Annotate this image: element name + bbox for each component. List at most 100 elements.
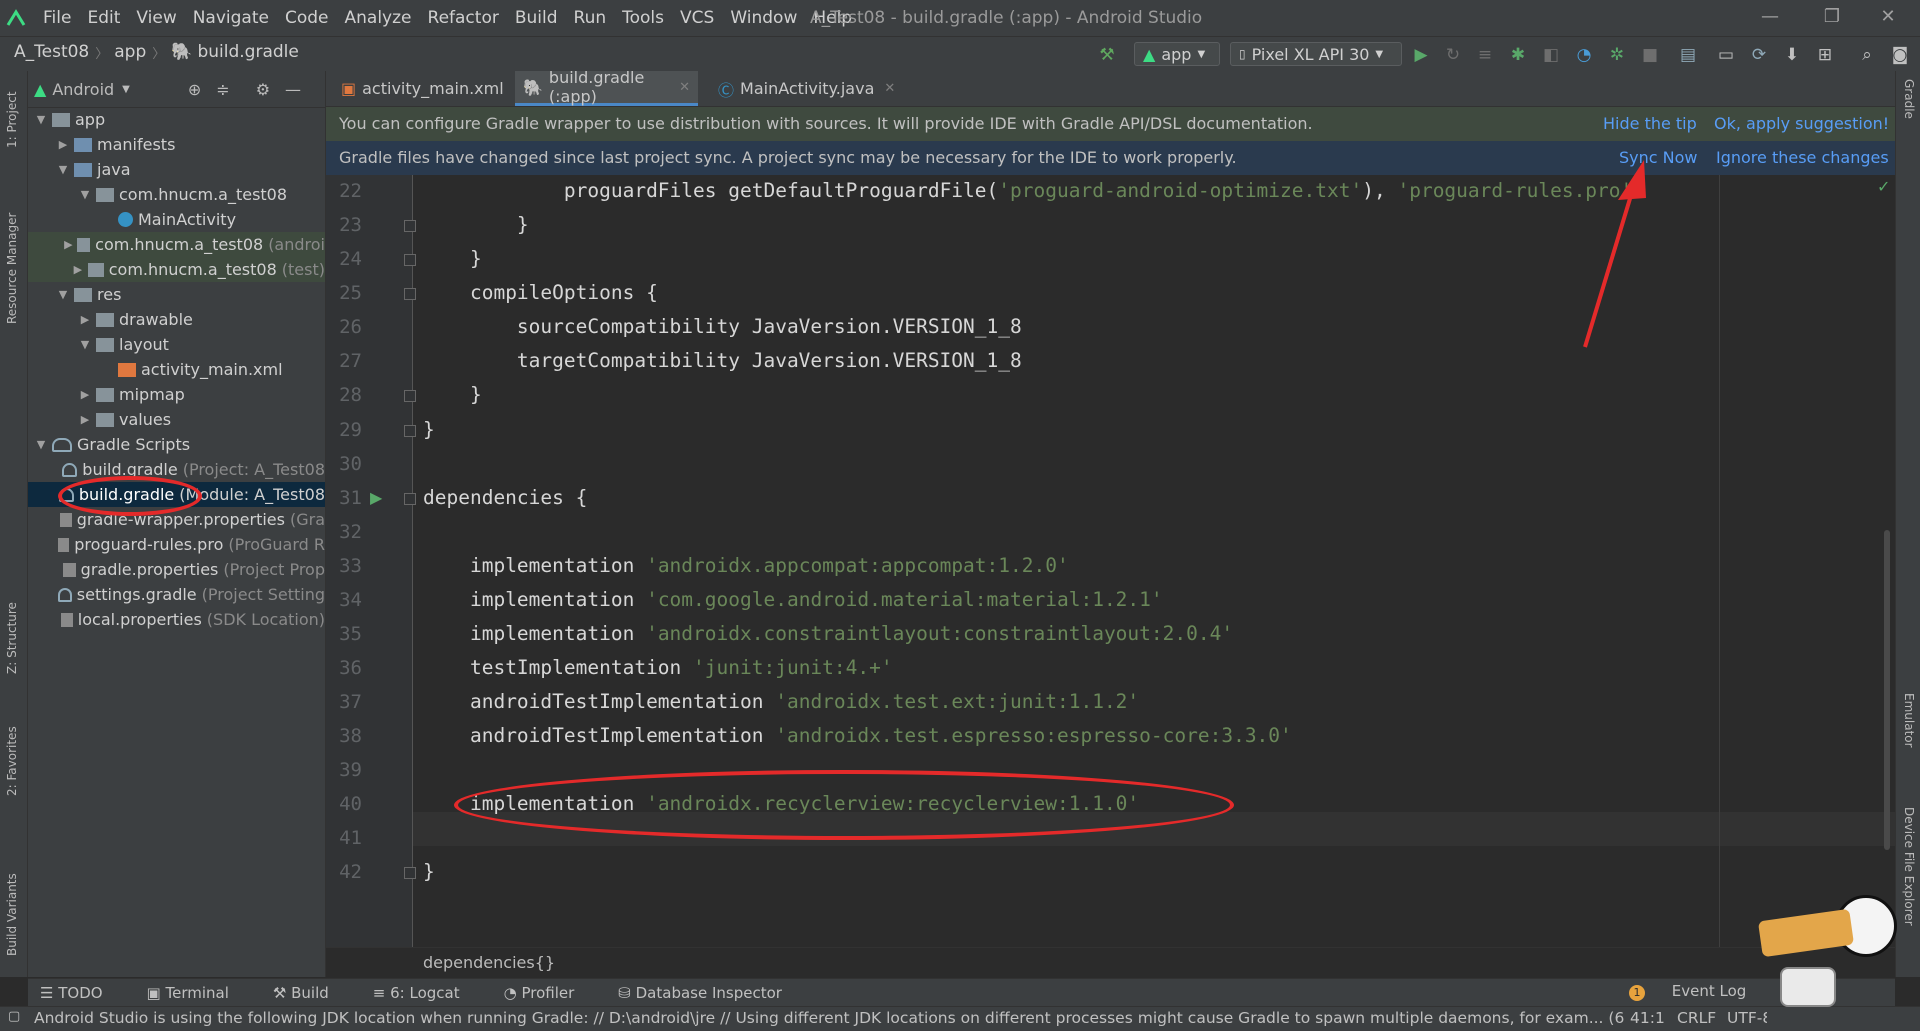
chevron-right-icon[interactable]: ▶ (78, 313, 92, 326)
chevron-right-icon[interactable]: ▶ (56, 138, 70, 151)
gradle-tool-tab[interactable]: Gradle (1902, 79, 1916, 119)
logcat-tool-tab[interactable]: ≡ 6: Logcat (373, 984, 482, 1002)
collapse-all-icon[interactable]: ≑ (216, 80, 229, 99)
debug-icon[interactable]: ✱ (1508, 45, 1528, 65)
tab-main-activity-java[interactable]: Ⓒ MainActivity.java ✕ (710, 71, 895, 106)
tab-activity-main-xml[interactable]: ▣ activity_main.xml ✕ (333, 71, 525, 106)
menu-item-run[interactable]: Run (574, 8, 607, 28)
todo-tool-tab[interactable]: ☰ TODO (40, 984, 125, 1002)
tree-item[interactable]: activity_main.xml (28, 357, 325, 382)
tab-build-gradle-app[interactable]: 🐘 build.gradle (:app) ✕ (515, 68, 698, 106)
tree-item[interactable]: MainActivity (28, 207, 325, 232)
chevron-down-icon[interactable]: ▼ (78, 188, 92, 201)
apply-changes-icon[interactable]: ↻ (1443, 45, 1463, 65)
tree-item[interactable]: ▼ java (28, 157, 325, 182)
minimize-icon[interactable]: — (1758, 6, 1782, 30)
tree-item[interactable]: proguard-rules.pro (ProGuard R (28, 532, 325, 557)
chevron-right-icon[interactable]: ▶ (78, 413, 92, 426)
sdk-manager-icon[interactable]: ⬇ (1782, 45, 1802, 65)
coverage-icon[interactable]: ◧ (1541, 45, 1561, 65)
close-icon[interactable]: ✕ (1876, 6, 1900, 30)
tree-item[interactable]: ▶ mipmap (28, 382, 325, 407)
menu-item-edit[interactable]: Edit (87, 8, 120, 28)
chevron-down-icon[interactable]: ▼ (56, 163, 70, 176)
tree-item[interactable]: ▶ drawable (28, 307, 325, 332)
tree-item[interactable]: ▼ res (28, 282, 325, 307)
hide-panel-icon[interactable]: — (285, 80, 301, 99)
locate-file-icon[interactable]: ⊕ (188, 80, 201, 99)
menu-item-tools[interactable]: Tools (622, 8, 664, 28)
menu-item-view[interactable]: View (136, 8, 176, 28)
close-icon[interactable]: ✕ (679, 80, 690, 95)
status-toggle-icon[interactable]: ▢ (8, 1009, 20, 1024)
fold-marker-icon[interactable] (404, 288, 416, 300)
code-line[interactable]: androidTestImplementation 'androidx.test… (423, 724, 1292, 747)
close-icon[interactable]: ✕ (884, 81, 895, 96)
menu-item-window[interactable]: Window (730, 8, 797, 28)
apply-suggestion-link[interactable]: Ok, apply suggestion! (1714, 114, 1889, 133)
status-message[interactable]: Android Studio is using the following JD… (34, 1009, 1624, 1027)
editor-scrollbar[interactable] (1884, 530, 1890, 850)
project-tool-tab[interactable]: 1: Project (5, 91, 19, 148)
code-line[interactable]: dependencies { (423, 486, 587, 509)
stop-icon[interactable]: ■ (1640, 45, 1660, 65)
avd-manager-icon[interactable]: ▭ (1716, 45, 1736, 65)
code-line[interactable]: implementation 'androidx.constraintlayou… (423, 622, 1233, 645)
menu-item-refactor[interactable]: Refactor (428, 8, 499, 28)
code-line[interactable]: } (423, 418, 435, 441)
breadcrumb-project[interactable]: A_Test08 (14, 42, 89, 62)
menu-item-vcs[interactable]: VCS (680, 8, 714, 28)
chevron-right-icon[interactable]: ▶ (78, 388, 92, 401)
restore-icon[interactable]: ❐ (1820, 6, 1844, 30)
tree-item[interactable]: local.properties (SDK Location) (28, 607, 325, 632)
menu-item-code[interactable]: Code (285, 8, 329, 28)
tree-item[interactable]: build.gradle (Project: A_Test08 (28, 457, 325, 482)
code-line[interactable]: } (423, 383, 482, 406)
code-line[interactable]: testImplementation 'junit:junit:4.+' (423, 656, 893, 679)
line-separator[interactable]: CRLF (1677, 1009, 1716, 1027)
menu-item-analyze[interactable]: Analyze (345, 8, 412, 28)
fold-marker-icon[interactable] (404, 220, 416, 232)
tree-item[interactable]: ▼ app (28, 107, 325, 132)
code-line[interactable]: implementation 'androidx.appcompat:appco… (423, 554, 1069, 577)
favorites-tool-tab[interactable]: 2: Favorites (5, 726, 19, 796)
breadcrumb-module[interactable]: app (114, 42, 146, 62)
menu-item-navigate[interactable]: Navigate (193, 8, 269, 28)
tree-item[interactable]: gradle.properties (Project Prop (28, 557, 325, 582)
profiler-tool-tab[interactable]: ◔ Profiler (504, 984, 597, 1002)
gutter-run-icon[interactable]: ▶ (370, 488, 382, 507)
apply-code-changes-icon[interactable]: ≡ (1475, 45, 1495, 65)
fold-marker-icon[interactable] (404, 493, 416, 505)
gradle-sync-icon[interactable]: ⟳ (1749, 45, 1769, 65)
structure-tool-tab[interactable]: Z: Structure (5, 602, 19, 674)
tree-item[interactable]: ▶ com.hnucm.a_test08 (androi (28, 232, 325, 257)
editor-breadcrumb[interactable]: dependencies{} (423, 953, 555, 972)
chevron-down-icon[interactable]: ▼ (56, 288, 70, 301)
menu-item-build[interactable]: Build (515, 8, 558, 28)
chevron-down-icon[interactable]: ▼ (122, 84, 130, 95)
tree-item[interactable]: ▼ layout (28, 332, 325, 357)
user-avatar-icon[interactable]: ◙ (1890, 45, 1910, 65)
code-line[interactable]: androidTestImplementation 'androidx.test… (423, 690, 1139, 713)
tree-item[interactable]: ▶ manifests (28, 132, 325, 157)
breadcrumb-file[interactable]: build.gradle (197, 42, 298, 62)
chevron-down-icon[interactable]: ▼ (34, 438, 48, 451)
menu-item-file[interactable]: File (43, 8, 71, 28)
terminal-tool-tab[interactable]: ▣ Terminal (147, 984, 251, 1002)
database-inspector-tool-tab[interactable]: ⛁ Database Inspector (618, 984, 804, 1002)
code-line[interactable]: proguardFiles getDefaultProguardFile('pr… (423, 179, 1632, 202)
chevron-right-icon[interactable]: ▶ (63, 238, 73, 251)
code-line[interactable]: } (423, 860, 435, 883)
gear-icon[interactable]: ⚙ (256, 80, 270, 99)
build-variants-tool-tab[interactable]: Build Variants (5, 873, 19, 956)
chevron-right-icon[interactable]: ▶ (72, 263, 84, 276)
fold-marker-icon[interactable] (404, 425, 416, 437)
attach-debugger-icon[interactable]: ✲ (1607, 45, 1627, 65)
code-line[interactable]: } (423, 213, 529, 236)
device-select[interactable]: ▯ Pixel XL API 30 ▼ (1230, 42, 1402, 66)
tree-item[interactable]: ▶ values (28, 407, 325, 432)
chevron-down-icon[interactable]: ▼ (34, 113, 48, 126)
tree-item[interactable]: ▼ com.hnucm.a_test08 (28, 182, 325, 207)
code-line[interactable]: sourceCompatibility JavaVersion.VERSION_… (423, 315, 1022, 338)
tree-item[interactable]: ▶ com.hnucm.a_test08 (test) (28, 257, 325, 282)
